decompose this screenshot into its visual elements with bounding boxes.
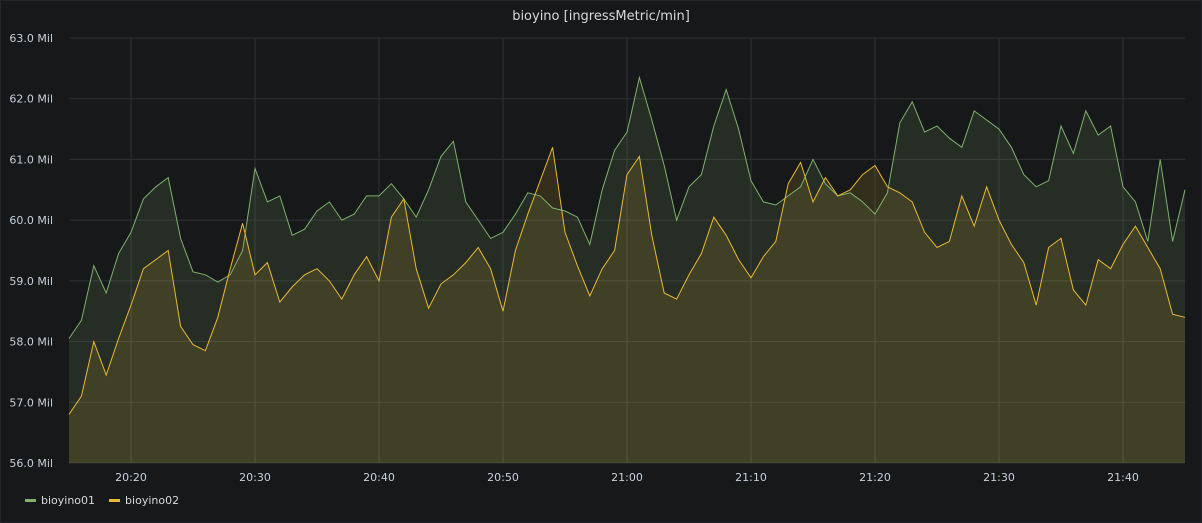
- y-tick-label: 59.0 Mil: [9, 275, 53, 288]
- x-tick-label: 21:30: [983, 471, 1015, 484]
- y-tick-label: 61.0 Mil: [9, 153, 53, 166]
- y-tick-label: 58.0 Mil: [9, 336, 53, 349]
- x-tick-label: 20:40: [363, 471, 395, 484]
- y-tick-label: 57.0 Mil: [9, 396, 53, 409]
- graph-panel: bioyino [ingressMetric/min] 56.0 Mil 57.0…: [0, 0, 1202, 523]
- legend-label-bioyino01: bioyino01: [41, 494, 96, 507]
- x-tick-label: 21:20: [859, 471, 891, 484]
- legend-item-bioyino02[interactable]: bioyino02: [109, 494, 179, 507]
- x-tick-label: 20:20: [115, 471, 147, 484]
- x-tick-label: 21:00: [611, 471, 643, 484]
- x-tick-label: 21:40: [1107, 471, 1139, 484]
- legend: bioyino01 bioyino02: [25, 494, 179, 507]
- y-axis-ticks: 56.0 Mil 57.0 Mil 58.0 Mil 59.0 Mil 60.0 Mil…: [9, 32, 53, 470]
- chart-plot[interactable]: 56.0 Mil 57.0 Mil 58.0 Mil 59.0 Mil 60.0 Mil…: [1, 1, 1201, 522]
- x-tick-label: 20:30: [239, 471, 271, 484]
- x-axis-ticks: 20:20 20:30 20:40 20:50 21:00 21:10 21:20 21:30…: [115, 471, 1139, 484]
- y-tick-label: 60.0 Mil: [9, 214, 53, 227]
- x-tick-label: 20:50: [487, 471, 519, 484]
- chart-areas: [69, 77, 1185, 464]
- y-tick-label: 62.0 Mil: [9, 93, 53, 106]
- legend-swatch-bioyino01: [25, 499, 36, 502]
- legend-label-bioyino02: bioyino02: [125, 494, 180, 507]
- x-tick-label: 21:10: [735, 471, 767, 484]
- legend-item-bioyino01[interactable]: bioyino01: [25, 494, 95, 507]
- legend-swatch-bioyino02: [109, 499, 121, 502]
- y-tick-label: 63.0 Mil: [9, 32, 53, 45]
- y-tick-label: 56.0 Mil: [9, 457, 53, 470]
